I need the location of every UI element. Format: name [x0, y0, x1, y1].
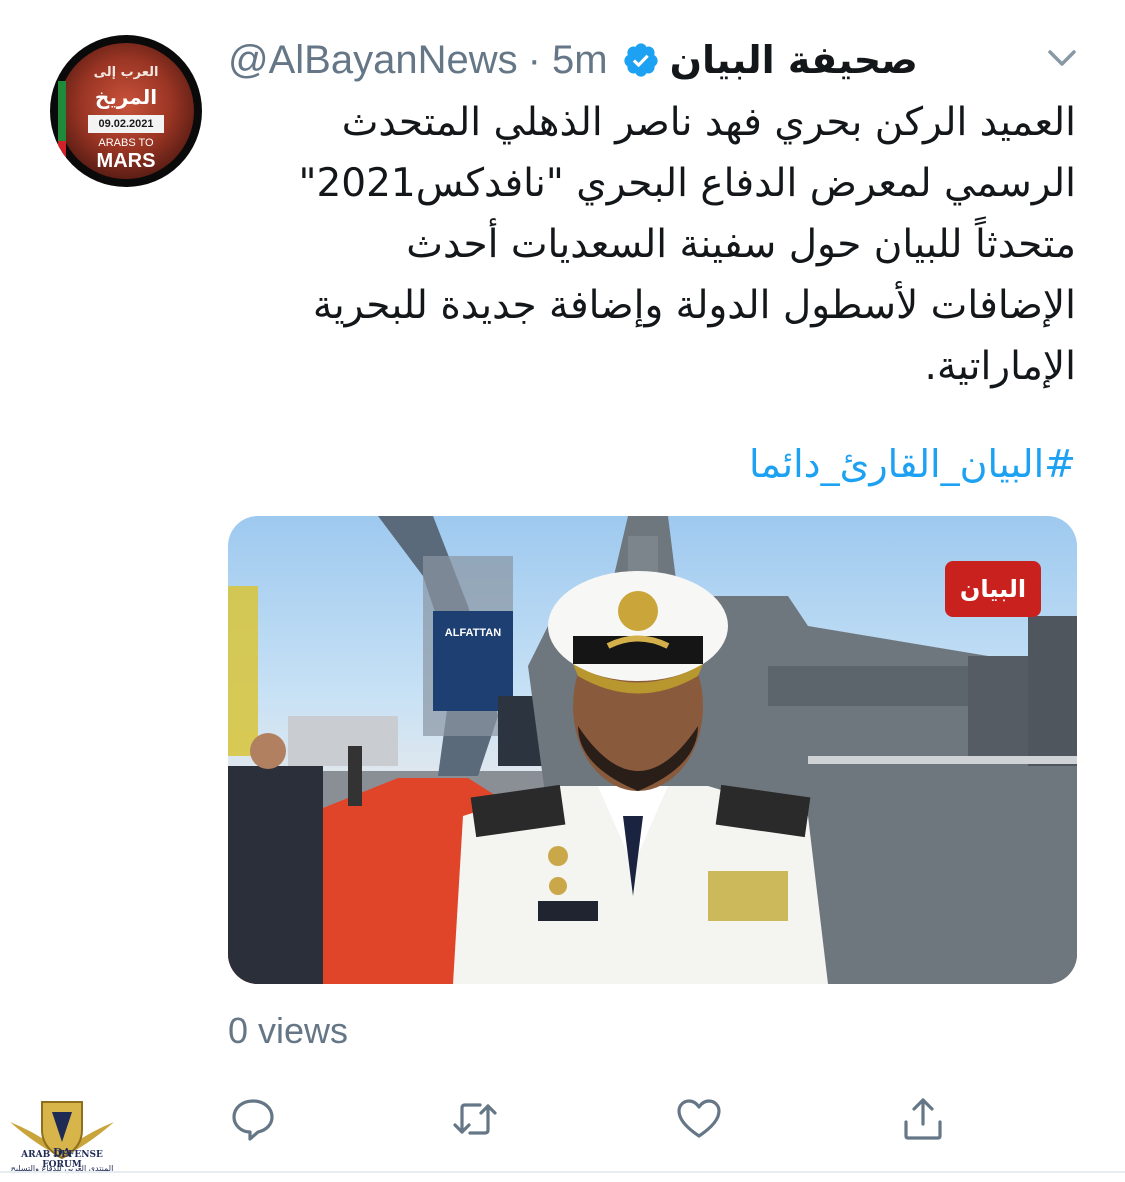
tweet-text: العميد الركن بحري فهد ناصر الذهلي المتحد… [200, 92, 1076, 397]
avatar-text-arabs-to: ARABS TO [98, 137, 154, 149]
hashtag-link[interactable]: #البيان_القارئ_دائما [200, 436, 1076, 492]
avatar-text-mars: MARS [96, 150, 156, 172]
channel-logo-badge: البيان [945, 561, 1041, 617]
view-count: 0 views [228, 1010, 349, 1051]
tweet-text-line: العميد الركن بحري فهد ناصر الذهلي المتحد… [341, 100, 1076, 145]
user-handle[interactable]: @AlBayanNews [228, 38, 518, 83]
tweet-text-line: الإماراتية. [924, 344, 1076, 389]
bottom-divider [0, 1171, 1125, 1173]
retweet-icon[interactable] [450, 1094, 500, 1144]
display-name[interactable]: صحيفة البيان [670, 38, 918, 82]
tweet-text-line: الرسمي لمعرض الدفاع البحري "نافدكس2021" [298, 161, 1076, 206]
chevron-down-icon[interactable] [1044, 44, 1080, 72]
avatar-date: 09.02.2021 [88, 115, 164, 133]
reply-icon[interactable] [228, 1094, 278, 1144]
tweet-header: @AlBayanNews · 5m صحيفة البيان [228, 32, 918, 88]
billboard-text: ALFATTAN [445, 627, 501, 639]
avatar-text-arabic-2: المريخ [94, 85, 158, 109]
video-player[interactable]: ALFATTAN البيان [228, 516, 1077, 984]
verified-badge-icon [623, 43, 658, 77]
profile-avatar[interactable]: العرب إلى المريخ 09.02.2021 ARABS TO MAR… [50, 35, 202, 187]
tweet-text-line: الإضافات لأسطول الدولة وإضافة جديدة للبح… [312, 283, 1076, 328]
tweet-text-line: متحدثاً للبيان حول سفينة السعديات أحدث [406, 222, 1076, 267]
share-icon[interactable] [898, 1094, 948, 1144]
like-icon[interactable] [674, 1094, 724, 1144]
tweet-time[interactable]: · 5m [528, 38, 608, 83]
avatar-text-arabic-1: العرب إلى [93, 65, 159, 80]
tweet-action-bar [228, 1094, 988, 1146]
